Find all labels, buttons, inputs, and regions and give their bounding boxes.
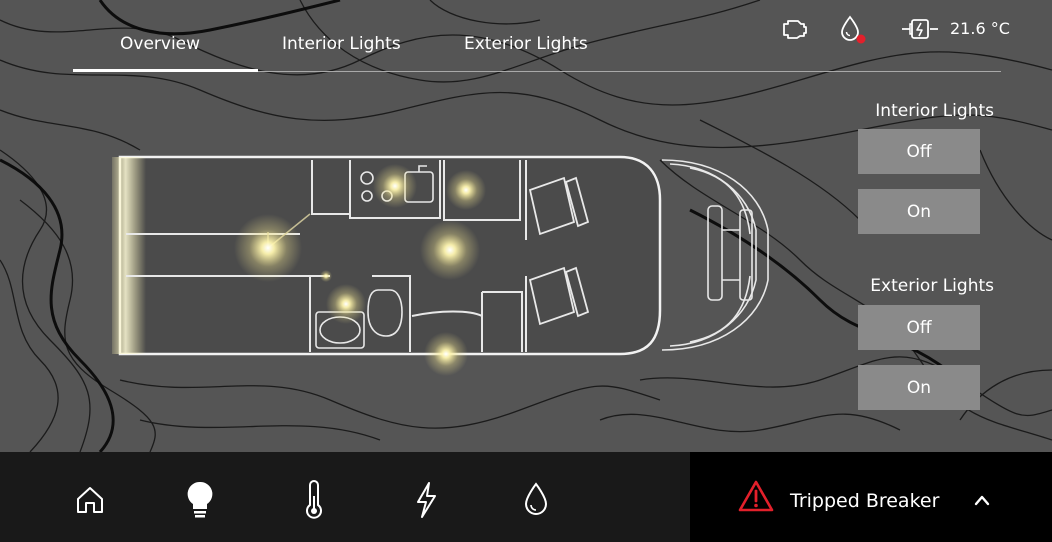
rear-light-strip	[112, 157, 146, 354]
water-drop-icon[interactable]	[516, 480, 556, 520]
thermometer-icon[interactable]	[294, 480, 334, 520]
light-bulb-icon[interactable]	[180, 480, 220, 520]
home-icon[interactable]	[70, 480, 110, 520]
warning-triangle-icon	[738, 480, 774, 512]
alert-message: Tripped Breaker	[790, 490, 940, 512]
van-floorplan	[112, 155, 769, 376]
chevron-up-icon[interactable]	[972, 492, 992, 508]
lightning-icon[interactable]	[406, 480, 446, 520]
